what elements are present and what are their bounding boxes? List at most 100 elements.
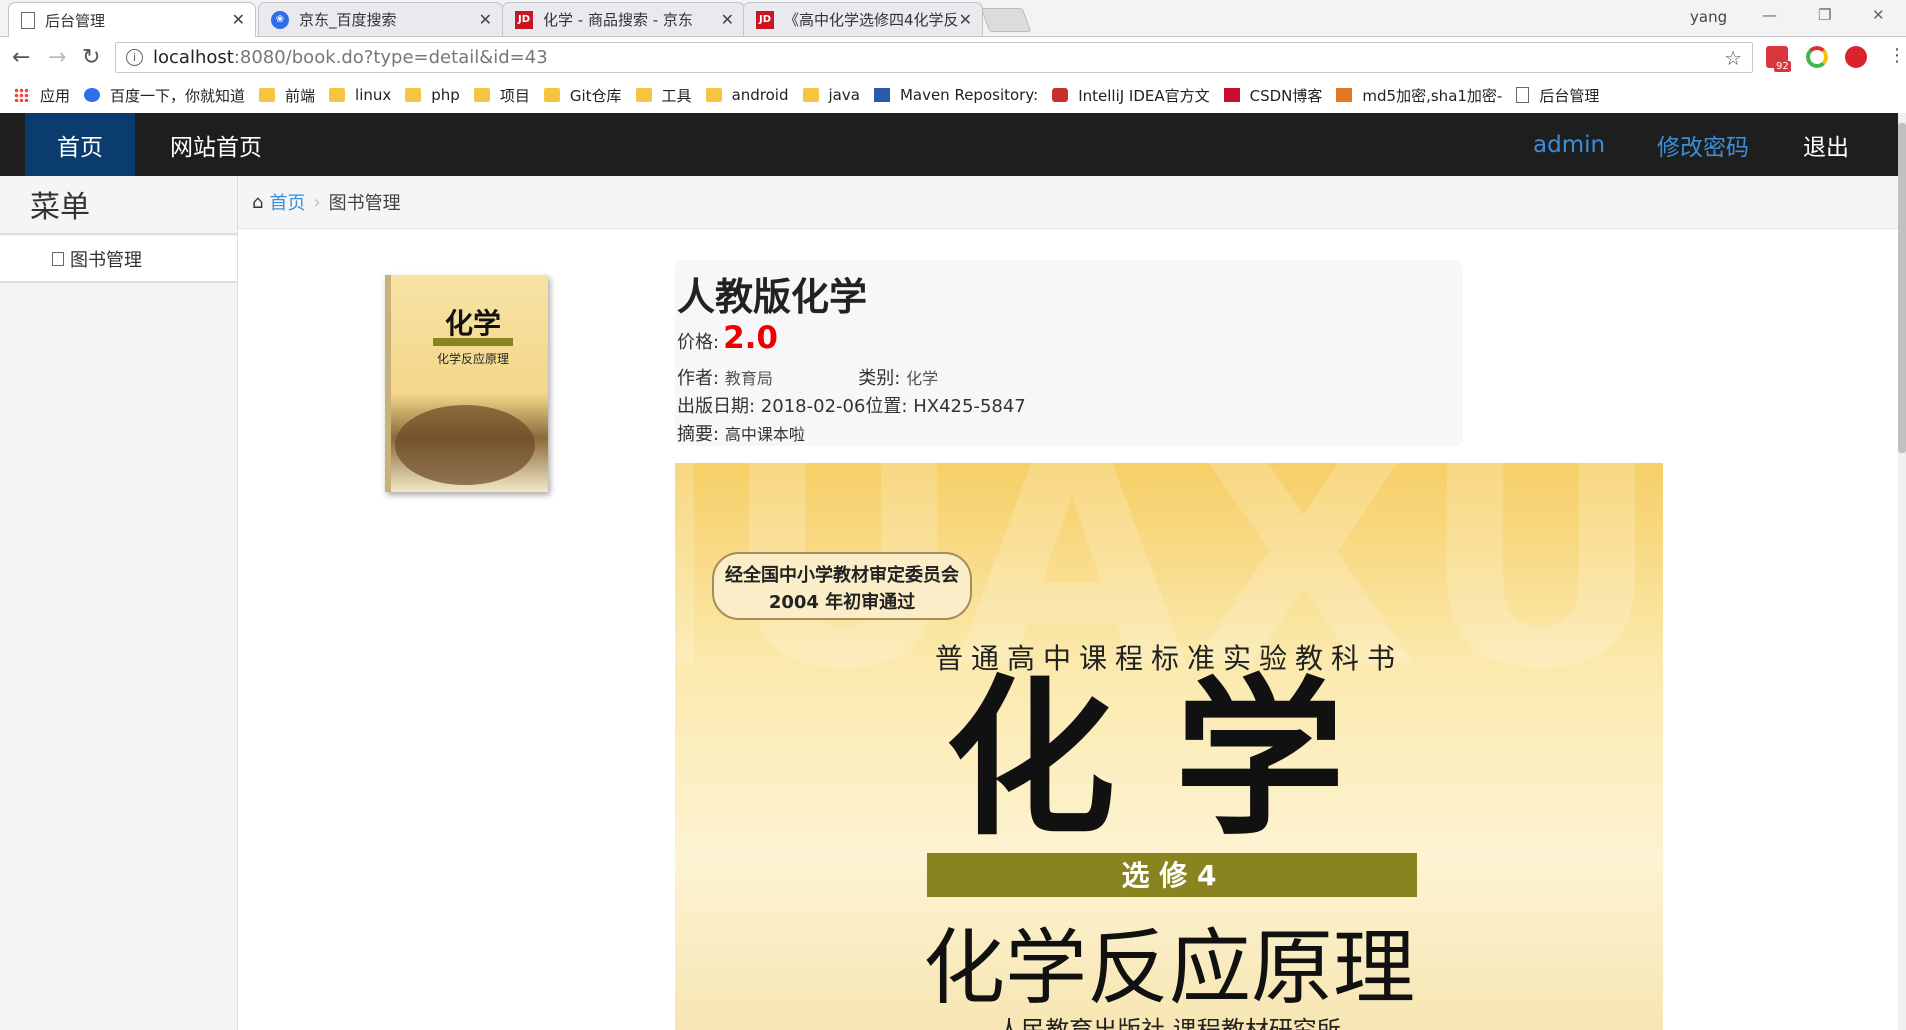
- author-value: 教育局: [724, 369, 773, 388]
- folder-icon: [473, 88, 490, 102]
- csdn-icon: [1223, 88, 1240, 102]
- nav-admin-user[interactable]: admin: [1533, 113, 1605, 176]
- window-close-icon[interactable]: ✕: [1872, 6, 1885, 24]
- sidebar-item-book-management[interactable]: 图书管理: [0, 236, 237, 283]
- folder-icon: [405, 88, 422, 102]
- breadcrumb-home-link[interactable]: 首页: [269, 189, 305, 215]
- reload-icon[interactable]: ↻: [82, 45, 100, 70]
- bookmark-linux[interactable]: linux: [329, 86, 391, 104]
- close-icon[interactable]: ✕: [959, 10, 972, 29]
- tab-title: 京东_百度搜索: [299, 11, 397, 29]
- browser-tab-strip: 后台管理 ✕ ❀ 京东_百度搜索 ✕ JD 化学 - 商品搜索 - 京东 ✕ J…: [0, 0, 1906, 37]
- cover-approval-line1: 经全国中小学教材审定委员会: [725, 564, 959, 586]
- folder-icon: [705, 88, 722, 102]
- back-arrow-icon[interactable]: ←: [12, 45, 30, 70]
- address-bar[interactable]: i localhost:8080/book.do?type=detail&id=…: [115, 42, 1753, 73]
- browser-tab-jd-search[interactable]: JD 化学 - 商品搜索 - 京东 ✕: [502, 2, 745, 36]
- sidebar-title: 菜单: [30, 190, 90, 225]
- close-icon[interactable]: ✕: [721, 10, 734, 29]
- address-toolbar: ← → ↻ i localhost:8080/book.do?type=deta…: [0, 37, 1906, 77]
- jd-icon: JD: [515, 10, 533, 29]
- md5-icon: [1336, 88, 1353, 102]
- tab-title: 《高中化学选修四4化学反: [784, 11, 959, 29]
- bookmarks-bar: 应用 百度一下，你就知道 前端 linux php 项目 Git仓库 工具 an…: [0, 78, 1906, 112]
- bookmark-frontend[interactable]: 前端: [259, 85, 315, 106]
- bookmark-maven[interactable]: Maven Repository:: [873, 86, 1038, 104]
- bookmark-projects[interactable]: 项目: [473, 85, 530, 106]
- bookmark-intellij[interactable]: IntelliJ IDEA官方文: [1052, 85, 1210, 106]
- folder-icon: [802, 88, 819, 102]
- mvn-icon: [873, 88, 890, 102]
- baidu-paw-icon: [84, 88, 101, 102]
- profile-name[interactable]: yang: [1690, 8, 1727, 26]
- date-value: 2018-02-06: [760, 396, 866, 417]
- bookmark-baidu[interactable]: 百度一下，你就知道: [84, 85, 245, 106]
- cover-band-text: 选 修 4: [1122, 859, 1217, 892]
- thumb-subtitle: 化学反应原理: [437, 351, 509, 366]
- author-label: 作者:: [677, 368, 720, 389]
- tab-title: 后台管理: [45, 11, 106, 30]
- book-cover-image: HUAXUE 经全国中小学教材审定委员会 2004 年初审通过 普通高中课程标准…: [675, 463, 1663, 1030]
- bookmark-apps[interactable]: 应用: [14, 85, 70, 106]
- summary-row: 摘要: 高中课本啦: [677, 420, 805, 446]
- extension-badge: 92: [1774, 61, 1791, 72]
- browser-tab-jd-book[interactable]: JD 《高中化学选修四4化学反 ✕: [743, 2, 983, 36]
- baidu-paw-icon: ❀: [271, 10, 289, 29]
- bookmark-csdn[interactable]: CSDN博客: [1223, 85, 1322, 106]
- home-icon: ⌂: [252, 191, 264, 213]
- breadcrumb-current: 图书管理: [328, 193, 401, 214]
- cover-publisher: 人民教育出版社 课程教材研究所: [997, 1016, 1341, 1030]
- restore-icon[interactable]: ❐: [1818, 6, 1831, 24]
- menu-dots-icon[interactable]: ⋮: [1888, 45, 1906, 66]
- price-value: 2.0: [723, 320, 778, 356]
- url-text: localhost:8080/book.do?type=detail&id=43: [153, 47, 548, 68]
- nav-logout[interactable]: 退出: [1803, 113, 1849, 176]
- browser-tab-baidu[interactable]: ❀ 京东_百度搜索 ✕: [258, 2, 503, 36]
- page-icon: [21, 11, 35, 29]
- bookmark-admin[interactable]: 后台管理: [1516, 85, 1599, 106]
- price-label: 价格:: [677, 332, 720, 353]
- folder-icon: [259, 88, 276, 102]
- forward-arrow-icon[interactable]: →: [48, 45, 66, 70]
- bookmark-star-icon[interactable]: ☆: [1724, 46, 1742, 70]
- bookmark-tools[interactable]: 工具: [635, 85, 692, 106]
- folder-icon: [543, 88, 560, 102]
- close-icon[interactable]: ✕: [479, 10, 492, 29]
- location-label: 位置:: [865, 396, 908, 417]
- bookmark-java[interactable]: java: [802, 86, 860, 104]
- cover-approval-line2: 2004 年初审通过: [769, 591, 915, 613]
- cover-subtitle: 化学反应原理: [923, 921, 1415, 1016]
- bookmark-git[interactable]: Git仓库: [543, 85, 622, 106]
- jd-icon: JD: [756, 10, 774, 29]
- new-tab-button[interactable]: [980, 8, 1032, 32]
- date-location-row: 出版日期: 2018-02-06位置: HX425-5847: [677, 392, 1026, 418]
- category-value: 化学: [906, 369, 939, 388]
- category-label: 类别:: [858, 368, 901, 389]
- folder-icon: [329, 88, 346, 102]
- divider: [0, 233, 237, 235]
- nav-home[interactable]: 首页: [25, 113, 135, 176]
- nav-site-home[interactable]: 网站首页: [170, 113, 262, 176]
- nav-change-password[interactable]: 修改密码: [1657, 113, 1749, 176]
- info-icon[interactable]: i: [126, 49, 143, 66]
- top-navbar: 首页 网站首页 admin 修改密码 退出: [0, 113, 1906, 176]
- tab-title: 化学 - 商品搜索 - 京东: [543, 11, 693, 29]
- scrollbar-thumb[interactable]: [1898, 123, 1906, 453]
- price-row: 价格: 2.0: [677, 320, 778, 356]
- thumb-subject: 化学: [445, 307, 501, 340]
- bookmark-md5[interactable]: md5加密,sha1加密-: [1336, 85, 1502, 106]
- summary-value: 高中课本啦: [724, 425, 805, 444]
- page-scrollbar[interactable]: [1898, 113, 1906, 1030]
- bookmark-php[interactable]: php: [405, 86, 460, 104]
- minimize-icon[interactable]: —: [1762, 6, 1777, 24]
- summary-label: 摘要:: [677, 424, 720, 445]
- book-title: 人教版化学: [677, 275, 868, 319]
- close-icon[interactable]: ✕: [232, 10, 245, 29]
- author-row: 作者: 教育局 类别: 化学: [677, 364, 938, 390]
- bookmark-android[interactable]: android: [705, 86, 789, 104]
- list-icon: [52, 251, 64, 266]
- chrome-extension-icon[interactable]: [1806, 46, 1828, 68]
- breadcrumb-separator: ›: [313, 191, 321, 213]
- opera-icon[interactable]: [1845, 46, 1867, 68]
- browser-tab-admin[interactable]: 后台管理 ✕: [8, 2, 256, 37]
